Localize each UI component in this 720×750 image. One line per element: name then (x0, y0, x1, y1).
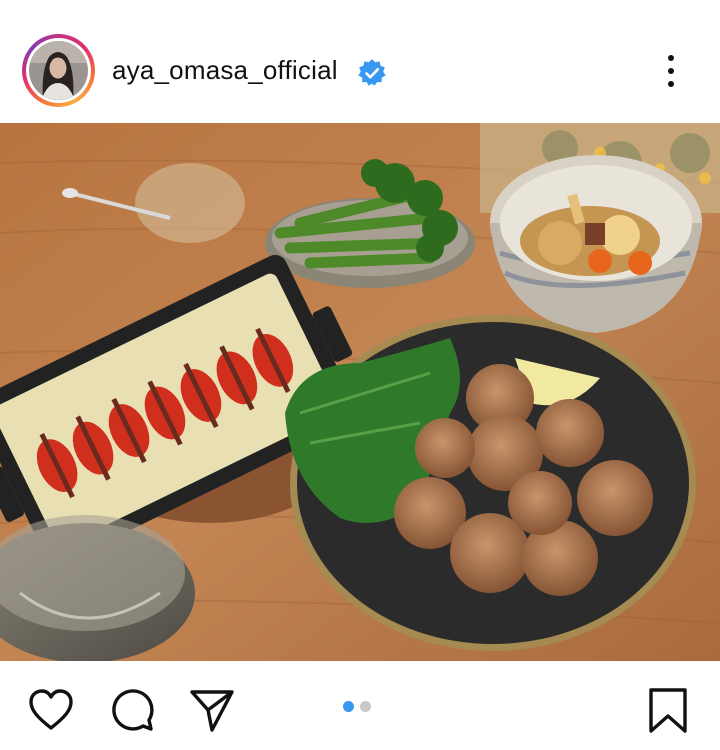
avatar[interactable] (26, 38, 91, 103)
more-options-icon[interactable] (660, 53, 682, 91)
carousel-indicator (343, 699, 377, 712)
verified-badge-icon (358, 59, 386, 86)
heart-icon[interactable] (27, 686, 75, 734)
avatar-photo (29, 41, 88, 100)
bookmark-icon[interactable] (644, 686, 692, 734)
post-header: aya_omasa_official (0, 0, 720, 123)
comment-icon[interactable] (108, 686, 156, 734)
carousel-dot[interactable] (360, 701, 371, 712)
share-icon[interactable] (188, 686, 236, 734)
carousel-dot-active[interactable] (343, 701, 354, 712)
post-photo[interactable] (0, 123, 720, 661)
post-actions (0, 661, 720, 750)
username[interactable]: aya_omasa_official (112, 55, 338, 86)
story-ring[interactable] (22, 34, 95, 107)
